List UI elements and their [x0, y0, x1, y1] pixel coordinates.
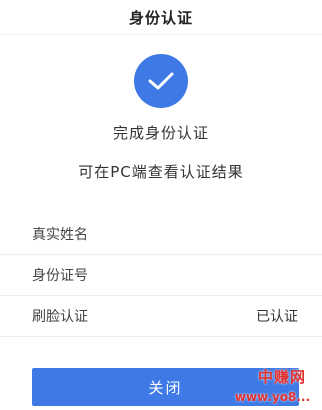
real-name-label: 真实姓名	[32, 227, 88, 243]
success-section: 完成身份认证 可在PC端查看认证结果	[0, 54, 322, 182]
id-number-label: 身份证号	[32, 268, 88, 284]
info-row-face-auth: 刷脸认证 已认证	[0, 296, 322, 337]
face-auth-label: 刷脸认证	[32, 309, 88, 325]
top-bar: 身份认证	[0, 0, 322, 35]
identity-verification-page: 身份认证 完成身份认证 可在PC端查看认证结果 真实姓名 身份证号 刷脸认证 已…	[0, 0, 322, 410]
info-list: 真实姓名 身份证号 刷脸认证 已认证	[0, 214, 322, 337]
face-auth-status: 已认证	[256, 309, 298, 325]
page-title: 身份认证	[128, 8, 193, 27]
checkmark-icon	[134, 54, 188, 108]
info-row-id-number: 身份证号	[0, 255, 322, 296]
success-title: 完成身份认证	[112, 124, 209, 142]
success-subtitle: 可在PC端查看认证结果	[78, 163, 244, 181]
close-button[interactable]: 关闭	[32, 368, 299, 406]
info-row-real-name: 真实姓名	[0, 214, 322, 255]
